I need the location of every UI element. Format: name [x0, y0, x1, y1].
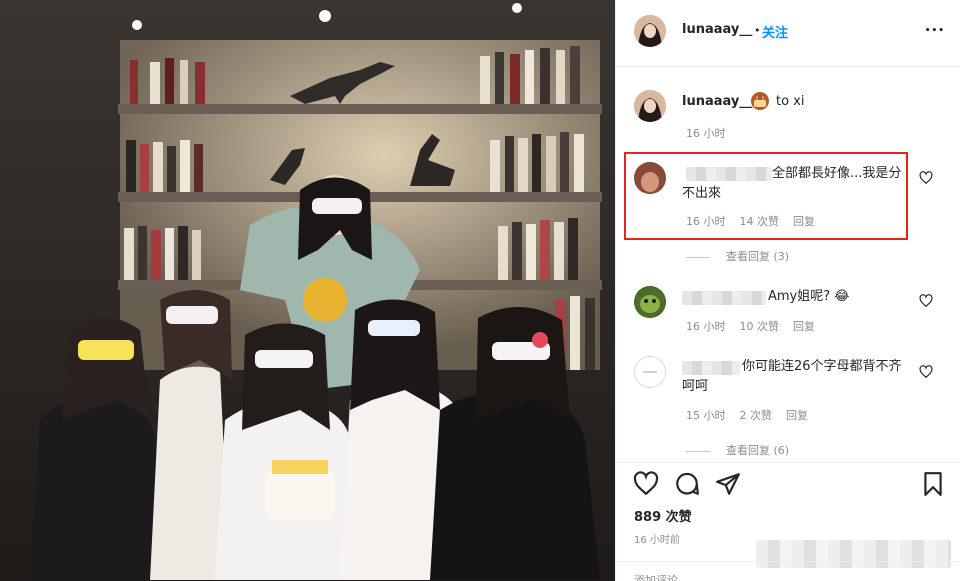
- comment-likes[interactable]: 14 次赞: [740, 215, 780, 228]
- comment-text: 你可能连26个字母都背不齐 呵呵: [682, 359, 902, 394]
- comment-text: Amy姐呢? 😂: [768, 289, 850, 304]
- avatar-image: [634, 90, 666, 122]
- cake-icon: [751, 92, 769, 110]
- watermark-blur: [756, 540, 951, 568]
- view-replies-text: 查看回复 (3): [726, 250, 790, 263]
- reply-button[interactable]: 回复: [786, 409, 808, 422]
- header-separator: •: [754, 24, 761, 37]
- caption-username[interactable]: lunaaay__: [682, 94, 752, 109]
- comment-time: 16 小时: [686, 215, 726, 228]
- avatar-image: [643, 371, 657, 373]
- reply-button[interactable]: 回复: [793, 215, 815, 228]
- comment-meta: 15 小时 2 次赞 回复: [686, 407, 822, 423]
- avatar-image: [634, 162, 666, 194]
- reply-button[interactable]: 回复: [793, 320, 815, 333]
- post-photo[interactable]: [0, 0, 615, 581]
- add-comment-divider: [616, 561, 960, 562]
- actions-divider: [616, 462, 960, 463]
- post-header: lunaaay__ • 关注 •••: [616, 0, 960, 67]
- instagram-post-view: lunaaay__ • 关注 ••• lunaaay__ to xi 16 小时…: [0, 0, 960, 581]
- author-avatar[interactable]: [634, 15, 666, 47]
- avatar-image: [634, 286, 666, 318]
- view-replies-link[interactable]: 查看回复 (3): [686, 248, 789, 264]
- avatar-image: [634, 15, 666, 47]
- post-side-panel: lunaaay__ • 关注 ••• lunaaay__ to xi 16 小时…: [615, 0, 960, 581]
- post-timestamp: 16 小时前: [634, 535, 680, 546]
- like-count[interactable]: 889 次赞: [634, 506, 692, 525]
- comment-like-icon[interactable]: [919, 171, 933, 185]
- author-username[interactable]: lunaaay__: [682, 22, 752, 37]
- comment-like-icon[interactable]: [919, 294, 933, 308]
- caption-avatar[interactable]: [634, 90, 666, 122]
- follow-button[interactable]: 关注: [762, 22, 788, 41]
- view-replies-text: 查看回复 (6): [726, 444, 790, 457]
- caption-time: 16 小时: [686, 127, 726, 140]
- more-options-icon[interactable]: •••: [925, 26, 945, 36]
- comment-icon[interactable]: [674, 471, 700, 497]
- comment-text: 全部都長好像...我是分不出來: [682, 166, 902, 201]
- comment-like-icon[interactable]: [919, 365, 933, 379]
- comment-likes[interactable]: 2 次赞: [740, 409, 773, 422]
- commenter-avatar[interactable]: [634, 356, 666, 388]
- caption-text: to xi: [776, 94, 805, 109]
- photo-illustration: [0, 0, 615, 581]
- comment-likes[interactable]: 10 次赞: [740, 320, 780, 333]
- commenter-avatar[interactable]: [634, 162, 666, 194]
- comment-meta: 16 小时 10 次赞 回复: [686, 318, 829, 334]
- add-comment-input[interactable]: 添加评论...: [634, 572, 689, 581]
- commenter-username-blurred: [682, 291, 766, 305]
- comment-time: 15 小时: [686, 409, 726, 422]
- view-replies-link[interactable]: 查看回复 (6): [686, 442, 789, 458]
- share-icon[interactable]: [715, 471, 741, 497]
- commenter-avatar[interactable]: [634, 286, 666, 318]
- bookmark-icon[interactable]: [920, 471, 946, 497]
- comment-meta: 16 小时 14 次赞 回复: [686, 213, 829, 229]
- heart-icon[interactable]: [633, 471, 659, 497]
- comment-time: 16 小时: [686, 320, 726, 333]
